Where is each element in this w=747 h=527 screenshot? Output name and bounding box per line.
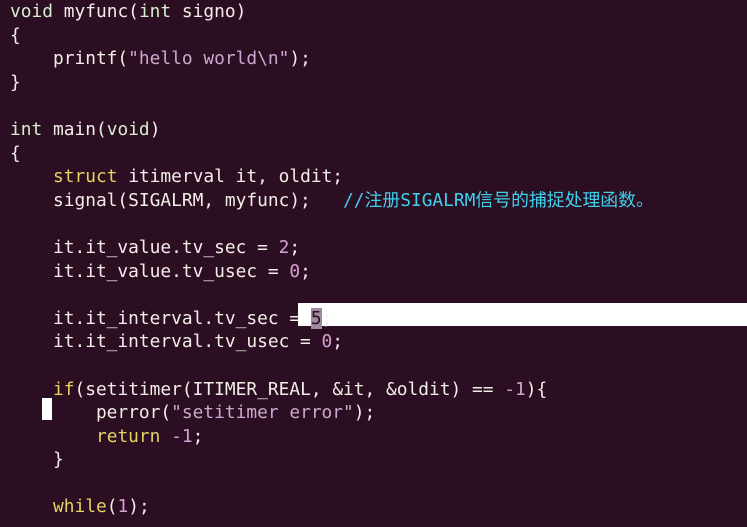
code-line[interactable]: it.it_value.tv_sec = 2; <box>10 236 747 260</box>
code-line[interactable]: { <box>10 142 747 166</box>
code-token: perror( <box>10 402 172 424</box>
code-line[interactable]: printf("hello world\n"); <box>10 47 747 71</box>
keyword: void <box>106 118 150 140</box>
code-token: ; <box>332 331 344 353</box>
number-literal: 5 <box>310 307 322 329</box>
code-editor[interactable]: void myfunc(int signo){ printf("hello wo… <box>10 0 747 519</box>
code-token: it.it_value.tv_sec = <box>10 236 279 258</box>
keyword: int <box>138 1 172 22</box>
code-line[interactable]: while(1); <box>10 495 747 519</box>
number-literal: 2 <box>278 236 290 258</box>
code-token: ) <box>149 118 161 140</box>
keyword: if <box>52 378 75 400</box>
code-token: ){ <box>525 378 548 400</box>
code-line[interactable]: it.it_value.tv_usec = 0; <box>10 260 747 284</box>
code-comment: //注册SIGALRM信号的捕捉处理函数。 <box>343 189 654 211</box>
code-line[interactable] <box>10 472 747 496</box>
keyword: int <box>10 118 43 140</box>
number-literal: -1 <box>171 425 193 447</box>
code-token: ); <box>128 496 150 518</box>
keyword: return <box>95 425 161 447</box>
number-literal: 0 <box>289 260 301 282</box>
string-literal: "hello world\n" <box>128 48 290 70</box>
code-line[interactable]: if(setitimer(ITIMER_REAL, &it, &oldit) =… <box>10 378 747 402</box>
code-token: main( <box>42 118 107 140</box>
code-line[interactable]: } <box>10 448 747 472</box>
code-token: ; <box>300 260 311 282</box>
code-token: printf( <box>10 48 129 70</box>
code-token: } <box>10 71 21 93</box>
keyword: while <box>52 496 107 518</box>
code-token: signal(SIGALRM, myfunc); <box>10 189 344 211</box>
code-token: it.it_value.tv_usec = <box>10 260 290 282</box>
code-token: ( <box>106 496 118 518</box>
code-line[interactable]: int main(void) <box>10 118 747 142</box>
code-line[interactable]: it.it_interval.tv_usec = 0; <box>10 330 747 354</box>
code-token: ); <box>289 48 311 70</box>
code-line[interactable]: signal(SIGALRM, myfunc); //注册SIGALRM信号的捕… <box>10 189 747 213</box>
code-line[interactable] <box>10 212 747 236</box>
code-token: ; <box>289 236 301 258</box>
code-line[interactable]: struct itimerval it, oldit; <box>10 165 747 189</box>
code-token: itimerval it, oldit; <box>117 166 344 188</box>
code-token: it.it_interval.tv_sec = <box>10 307 311 329</box>
code-line[interactable] <box>10 354 747 378</box>
code-line[interactable]: { <box>10 24 747 48</box>
code-line[interactable] <box>10 283 747 307</box>
code-token: ; <box>192 425 204 447</box>
code-token: { <box>10 142 21 164</box>
code-line[interactable]: } <box>10 71 747 95</box>
code-line[interactable] <box>10 94 747 118</box>
code-token: ); <box>353 402 376 424</box>
keyword: void <box>10 1 53 22</box>
code-line[interactable]: perror("setitimer error"); <box>10 401 747 425</box>
code-token: } <box>10 449 64 471</box>
code-line[interactable]: void myfunc(int signo) <box>10 0 747 24</box>
code-token: { <box>10 24 21 46</box>
code-token: ; <box>321 307 333 329</box>
string-literal: "setitimer error" <box>171 402 354 424</box>
number-literal: -1 <box>504 378 526 400</box>
code-token: it.it_interval.tv_usec = <box>10 331 322 353</box>
code-token: signo) <box>171 1 247 22</box>
code-token: (setitimer(ITIMER_REAL, &it, &oldit) == <box>74 378 505 400</box>
keyword: struct <box>52 166 118 188</box>
code-line[interactable]: it.it_interval.tv_sec = 5; <box>10 307 747 331</box>
number-literal: 1 <box>117 496 129 518</box>
number-literal: 0 <box>321 331 333 353</box>
code-token: myfunc( <box>52 1 139 22</box>
code-line[interactable]: return -1; <box>10 425 747 449</box>
